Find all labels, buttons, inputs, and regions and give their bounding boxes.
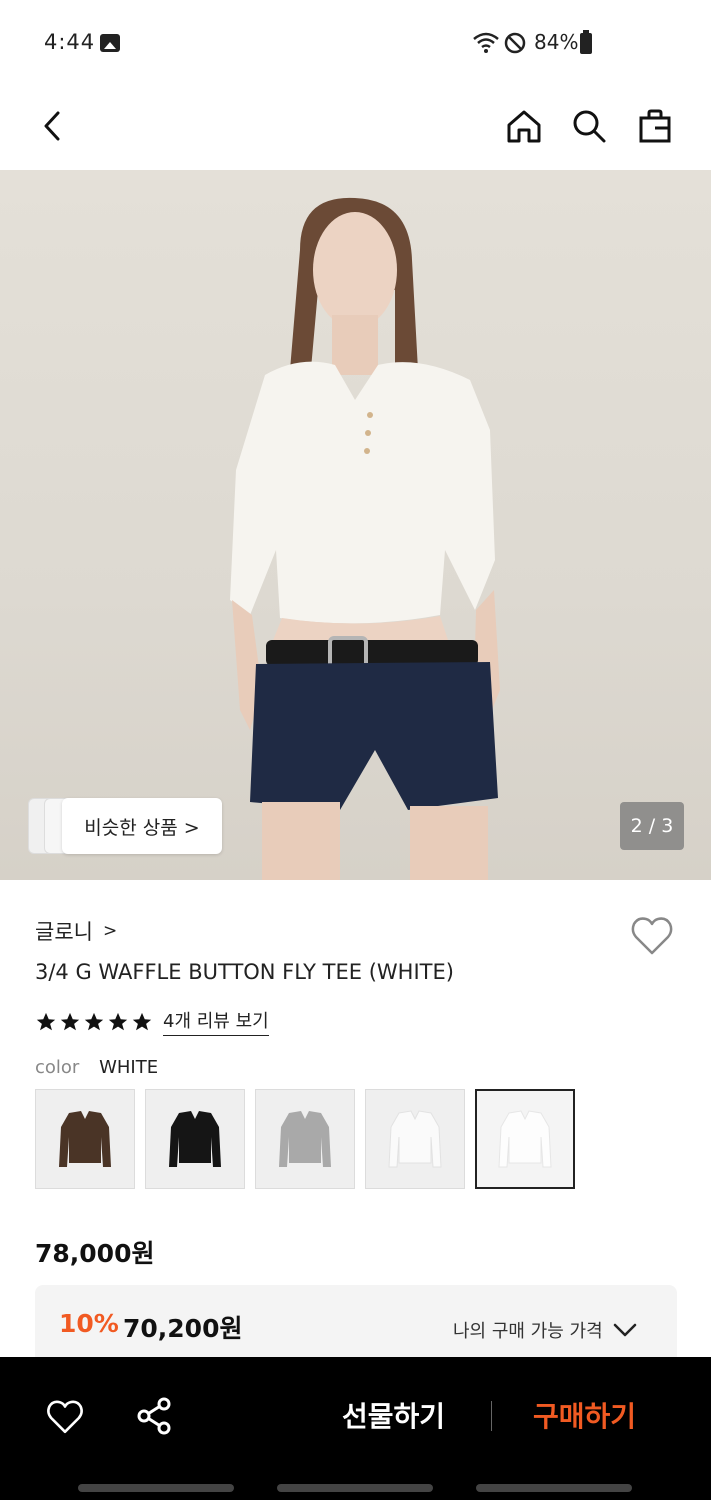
heart-icon [47,1400,83,1434]
swatch-gray[interactable] [255,1089,355,1189]
product-title: 3/4 G WAFFLE BUTTON FLY TEE (WHITE) [35,960,454,984]
shirt-thumbnail [279,1111,331,1167]
shirt-thumbnail [388,1110,442,1168]
color-swatches [35,1089,575,1189]
swatch-black[interactable] [145,1089,245,1189]
shirt-thumbnail [169,1111,221,1167]
share-button[interactable] [134,1395,176,1437]
heart-icon [631,917,673,955]
wishlist-button[interactable] [628,912,676,960]
color-row: color WHITE [35,1057,158,1078]
chevron-down-icon [613,1323,636,1337]
star-icon [60,1012,80,1030]
image-pager: 2 / 3 [620,802,684,850]
star-icon [132,1012,152,1030]
status-time: 4:44 [44,30,96,54]
nav-gesture-pill [476,1484,632,1492]
color-label: color [35,1057,80,1078]
button-divider [491,1401,492,1431]
my-price-label: 나의 구매 가능 가격 [453,1321,603,1342]
swatch-white-selected[interactable] [475,1089,575,1189]
chevron-right-icon: > [102,921,118,941]
discount-percent: 10% [59,1309,119,1338]
review-link[interactable]: 4개 리뷰 보기 [163,1007,269,1036]
chevron-left-icon [44,111,60,141]
swatch-white-hooded[interactable] [365,1089,465,1189]
search-button[interactable] [565,102,613,150]
shirt-thumbnail [59,1111,111,1167]
battery-percent: 84% [534,30,579,54]
app-header [0,88,711,170]
buy-button[interactable]: 구매하기 [533,1395,636,1435]
gift-button[interactable]: 선물하기 [342,1395,445,1435]
star-icon [84,1012,104,1030]
my-price-toggle[interactable]: 나의 구매 가능 가격 [453,1317,637,1343]
color-value: WHITE [99,1057,159,1078]
nav-gesture-pill [277,1484,433,1492]
model-photo [230,197,500,880]
nav-gesture-pill [78,1484,234,1492]
similar-products-button[interactable]: 비슷한 상품 > [62,798,222,854]
status-bar: 4:44 84% [0,0,711,88]
home-icon [507,110,541,143]
brand-name: 글로니 [35,920,93,944]
wifi-icon [473,32,499,53]
shopping-bag-button[interactable] [631,102,679,150]
do-not-disturb-icon [504,32,526,54]
search-icon [573,110,606,143]
original-price: 78,000원 [35,1239,155,1268]
shirt-thumbnail [498,1110,552,1168]
share-icon [137,1397,171,1435]
rating-row: 4개 리뷰 보기 [35,1007,269,1036]
product-image[interactable] [0,170,711,880]
shopping-bag-icon [639,109,671,143]
brand-link[interactable]: 글로니 > [35,916,117,946]
battery-icon [580,30,592,54]
swatch-brown[interactable] [35,1089,135,1189]
gallery-notification-icon [100,34,120,52]
back-button[interactable] [28,102,76,150]
bottom-action-bar: 선물하기 구매하기 [0,1357,711,1500]
home-button[interactable] [500,102,548,150]
star-icon [36,1012,56,1030]
like-button[interactable] [44,1397,86,1437]
star-icon [108,1012,128,1030]
discount-price: 70,200원 [123,1314,243,1343]
